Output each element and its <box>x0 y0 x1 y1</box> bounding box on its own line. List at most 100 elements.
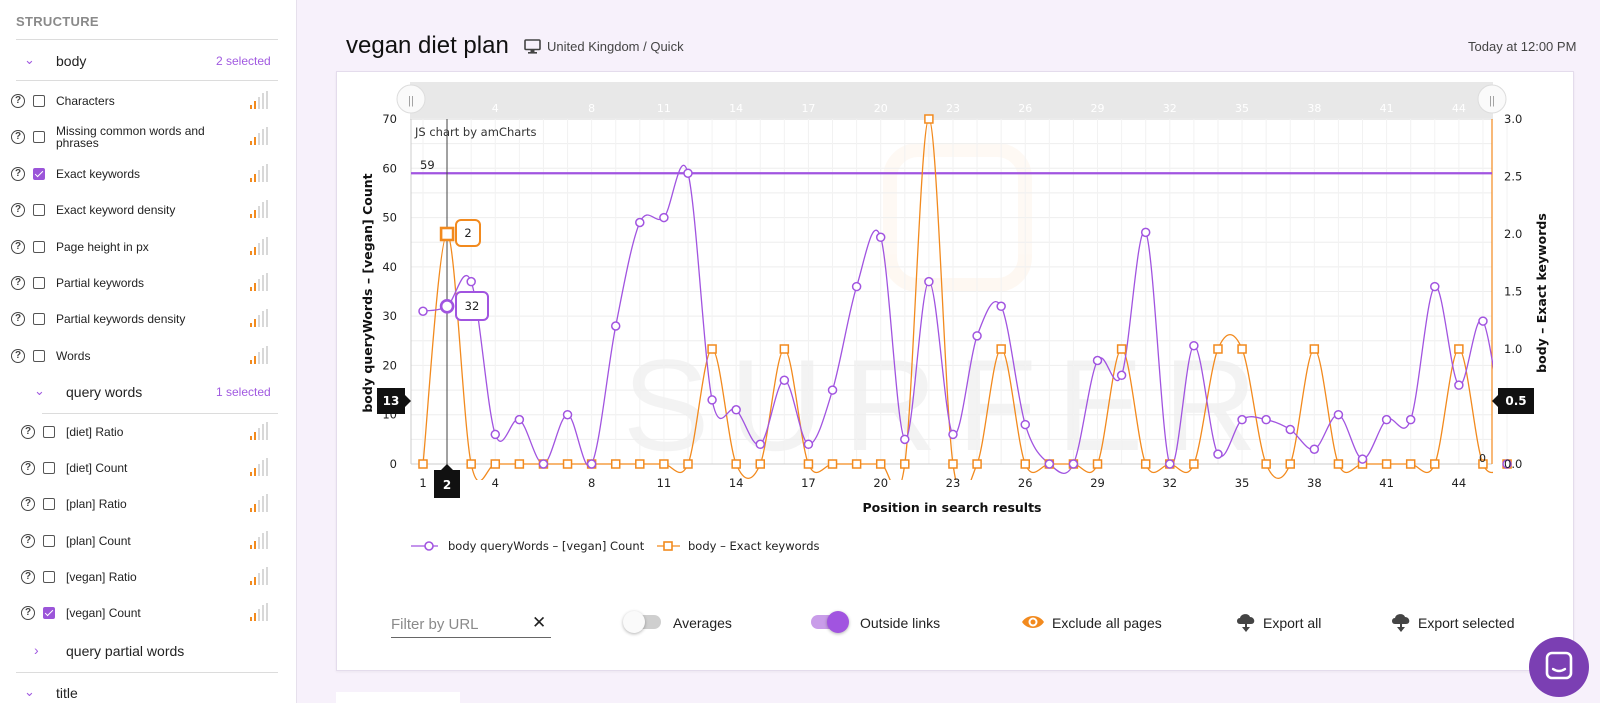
body-item-label: Partial keywords <box>56 276 145 290</box>
body-item-checkbox[interactable] <box>33 313 45 326</box>
body-item-label: Missing common words and phrases <box>56 124 205 151</box>
query-item-checkbox[interactable] <box>43 462 55 475</box>
export-all-button[interactable]: Export all <box>1263 615 1321 631</box>
query-item-checkbox[interactable] <box>43 498 55 511</box>
help-icon[interactable]: ? <box>21 569 35 584</box>
query-item-label: [diet] Ratio <box>66 425 124 439</box>
help-icon[interactable]: ? <box>21 606 35 620</box>
chevron-down-icon: ⌄ <box>24 52 35 67</box>
query-item-row[interactable]: ? [diet] Ratio <box>18 418 272 446</box>
export-selected-button[interactable]: Export selected <box>1418 615 1515 631</box>
help-icon[interactable]: ? <box>21 497 35 512</box>
query-item-row[interactable]: ? [vegan] Count <box>18 599 272 627</box>
help-icon[interactable]: ? <box>11 166 25 181</box>
body-item-row[interactable]: ? Missing common words and phrases <box>8 123 272 151</box>
body-item-row[interactable]: ? Exact keywords <box>8 160 272 188</box>
query-item-row[interactable]: ? [vegan] Ratio <box>18 563 272 591</box>
query-item-checkbox[interactable] <box>43 534 55 547</box>
chat-button[interactable] <box>1529 637 1589 697</box>
signal-bars-icon <box>250 530 272 549</box>
desktop-icon <box>524 39 541 54</box>
query-item-row[interactable]: ? [diet] Count <box>18 454 272 482</box>
bottom-card-edge <box>336 692 460 703</box>
signal-bars-icon <box>250 494 272 513</box>
body-item-checkbox[interactable] <box>33 204 45 217</box>
group-query-words-count: 1 selected <box>216 385 271 399</box>
outside-links-toggle[interactable] <box>811 611 849 633</box>
signal-bars-icon <box>250 566 272 585</box>
query-item-label: [plan] Count <box>66 533 131 548</box>
body-item-row[interactable]: ? Partial keywords <box>8 269 272 297</box>
query-item-label: [plan] Ratio <box>66 497 127 512</box>
signal-bars-icon <box>250 422 272 440</box>
body-item-row[interactable]: ? Partial keywords density <box>8 305 272 333</box>
timestamp: Today at 12:00 PM <box>1468 39 1577 54</box>
body-item-label: Exact keywords <box>56 166 141 181</box>
clear-filter-icon[interactable]: ✕ <box>532 613 546 633</box>
cloud-download-icon[interactable] <box>1235 611 1257 633</box>
toggle-knob <box>623 611 645 633</box>
body-item-row[interactable]: ? Characters <box>8 87 272 115</box>
signal-bars-icon <box>250 127 272 146</box>
query-item-checkbox[interactable] <box>43 570 55 583</box>
divider <box>42 413 278 414</box>
signal-bars-icon <box>250 309 272 328</box>
help-icon[interactable]: ? <box>11 203 25 218</box>
eye-icon[interactable] <box>1021 613 1045 631</box>
query-item-label: [vegan] Count <box>66 606 141 620</box>
divider <box>16 39 278 40</box>
query-item-row[interactable]: ? [plan] Ratio <box>18 490 272 518</box>
body-item-label: Page height in px <box>56 239 149 254</box>
chevron-down-icon: ⌄ <box>24 684 35 699</box>
body-item-row[interactable]: ? Words <box>8 342 272 370</box>
group-title-label: title <box>56 685 78 701</box>
chat-icon <box>1545 651 1573 680</box>
averages-toggle[interactable] <box>623 611 661 633</box>
divider <box>16 80 278 81</box>
body-item-row[interactable]: ? Exact keyword density <box>8 196 272 224</box>
body-item-checkbox[interactable] <box>33 240 45 253</box>
exclude-all-pages-button[interactable]: Exclude all pages <box>1052 615 1162 631</box>
help-icon[interactable]: ? <box>11 130 25 145</box>
body-item-checkbox[interactable] <box>33 95 45 107</box>
group-body-count: 2 selected <box>216 54 271 68</box>
query-item-checkbox[interactable] <box>43 607 55 619</box>
body-item-checkbox[interactable] <box>33 277 45 289</box>
chart-card <box>336 71 1574 671</box>
location-label: United Kingdom / Quick <box>547 39 684 54</box>
help-icon[interactable]: ? <box>11 276 25 290</box>
query-item-label: [diet] Count <box>66 461 128 476</box>
chevron-down-icon: ⌄ <box>34 383 45 398</box>
help-icon[interactable]: ? <box>21 533 35 548</box>
body-item-checkbox[interactable] <box>33 167 45 180</box>
cloud-download-icon[interactable] <box>1390 611 1412 633</box>
signal-bars-icon <box>250 458 272 477</box>
signal-bars-icon <box>250 273 272 291</box>
toggle-knob <box>827 611 849 633</box>
query-item-row[interactable]: ? [plan] Count <box>18 527 272 555</box>
group-query-partial-label: query partial words <box>66 643 185 659</box>
signal-bars-icon <box>250 345 272 364</box>
body-item-row[interactable]: ? Page height in px <box>8 233 272 261</box>
signal-bars-icon <box>250 200 272 219</box>
help-icon[interactable]: ? <box>21 425 35 439</box>
query-item-checkbox[interactable] <box>43 426 55 438</box>
body-item-checkbox[interactable] <box>33 131 45 144</box>
structure-sidebar: STRUCTURE ⌄ body 2 selected ? Characters?… <box>0 0 297 703</box>
outside-links-label: Outside links <box>860 615 941 631</box>
page-title: vegan diet plan <box>346 32 509 59</box>
group-body-label: body <box>56 53 87 69</box>
signal-bars-icon <box>250 91 272 109</box>
help-icon[interactable]: ? <box>11 94 25 108</box>
help-icon[interactable]: ? <box>11 312 25 327</box>
query-item-label: [vegan] Ratio <box>66 569 137 584</box>
body-item-label: Partial keywords density <box>56 312 186 327</box>
help-icon[interactable]: ? <box>11 348 25 363</box>
help-icon[interactable]: ? <box>21 461 35 476</box>
divider <box>16 672 278 673</box>
signal-bars-icon <box>250 603 272 621</box>
body-item-label: Characters <box>56 94 115 108</box>
filter-url-input[interactable] <box>391 612 551 638</box>
body-item-checkbox[interactable] <box>33 349 45 362</box>
help-icon[interactable]: ? <box>11 239 25 254</box>
